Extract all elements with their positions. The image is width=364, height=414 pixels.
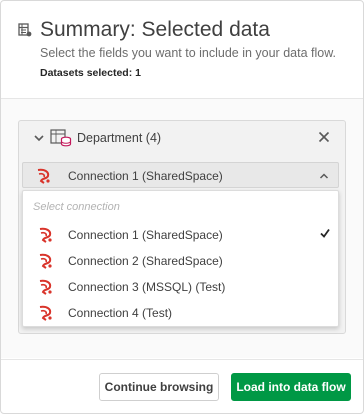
connection-option[interactable]: Connection 1 (SharedSpace) bbox=[23, 222, 338, 248]
continue-browsing-button[interactable]: Continue browsing bbox=[99, 373, 219, 401]
datasets-selected-count: Datasets selected: 1 bbox=[40, 67, 141, 79]
connection-option[interactable]: Connection 2 (SharedSpace) bbox=[23, 248, 338, 274]
connection-select-value: Connection 1 (SharedSpace) bbox=[68, 169, 223, 183]
connection-option[interactable]: Connection 4 (Test) bbox=[23, 300, 338, 326]
connection-option-label: Connection 2 (SharedSpace) bbox=[68, 254, 223, 268]
footer-divider bbox=[1, 359, 363, 360]
chevron-up-icon bbox=[319, 173, 329, 179]
connector-icon bbox=[37, 168, 50, 184]
connection-option-label: Connection 3 (MSSQL) (Test) bbox=[68, 280, 226, 294]
connection-option[interactable]: Connection 3 (MSSQL) (Test) bbox=[23, 274, 338, 300]
connection-option-label: Connection 1 (SharedSpace) bbox=[68, 228, 223, 242]
connection-option-label: Connection 4 (Test) bbox=[68, 306, 173, 320]
connector-icon bbox=[39, 227, 52, 243]
close-icon[interactable] bbox=[317, 130, 331, 144]
connection-dropdown: Select connection Connection 1 (SharedSp… bbox=[22, 190, 339, 327]
dropdown-placeholder: Select connection bbox=[33, 201, 120, 213]
page-subtitle: Select the fields you want to include in… bbox=[40, 46, 337, 60]
checkmark-icon bbox=[320, 228, 330, 238]
table-list-icon bbox=[18, 23, 32, 37]
chevron-down-icon[interactable] bbox=[32, 131, 46, 145]
connector-icon bbox=[39, 253, 52, 269]
load-into-data-flow-button[interactable]: Load into data flow bbox=[231, 373, 351, 401]
database-table-icon bbox=[50, 129, 72, 147]
connector-icon bbox=[39, 279, 52, 295]
page-title: Summary: Selected data bbox=[40, 18, 270, 41]
summary-panel: Summary: Selected data Select the fields… bbox=[0, 0, 364, 414]
connection-select[interactable]: Connection 1 (SharedSpace) bbox=[22, 162, 339, 188]
connector-icon bbox=[39, 305, 52, 321]
dataset-name: Department (4) bbox=[77, 131, 162, 145]
